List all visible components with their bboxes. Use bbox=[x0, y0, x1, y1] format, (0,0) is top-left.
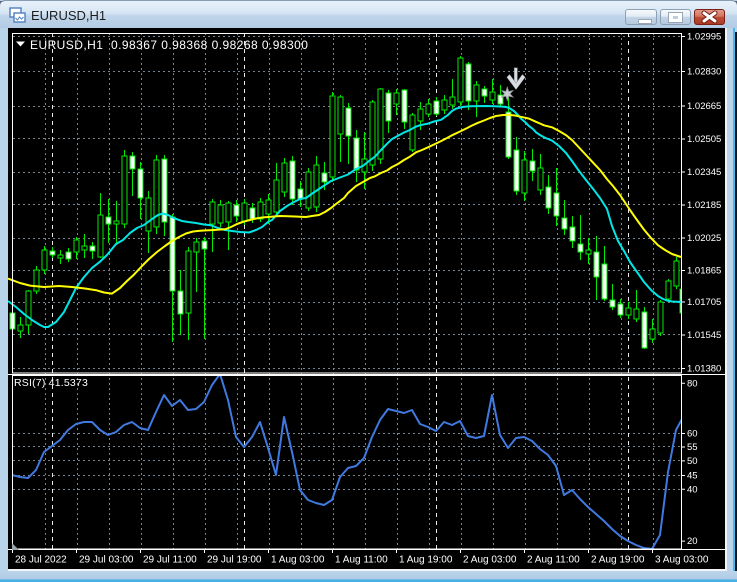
svg-text:1.01380: 1.01380 bbox=[687, 364, 721, 375]
svg-text:1.02505: 1.02505 bbox=[687, 134, 721, 145]
svg-text:50: 50 bbox=[687, 456, 698, 467]
svg-text:29 Jul 19:00: 29 Jul 19:00 bbox=[207, 555, 262, 566]
svg-text:1.02665: 1.02665 bbox=[687, 101, 721, 112]
svg-text:29 Jul 03:00: 29 Jul 03:00 bbox=[79, 555, 134, 566]
svg-text:1.02025: 1.02025 bbox=[687, 233, 721, 244]
svg-text:29 Jul 11:00: 29 Jul 11:00 bbox=[143, 555, 197, 566]
svg-text:1 Aug 19:00: 1 Aug 19:00 bbox=[399, 555, 453, 566]
svg-text:3 Aug 03:00: 3 Aug 03:00 bbox=[655, 555, 709, 566]
svg-text:28 Jul 2022: 28 Jul 2022 bbox=[15, 555, 67, 566]
svg-text:60: 60 bbox=[687, 429, 698, 440]
svg-text:1.02185: 1.02185 bbox=[687, 200, 721, 211]
svg-text:20: 20 bbox=[687, 536, 698, 547]
svg-text:40: 40 bbox=[687, 484, 698, 495]
svg-text:1.01865: 1.01865 bbox=[687, 266, 721, 277]
svg-text:1.01545: 1.01545 bbox=[687, 330, 721, 341]
svg-text:EURUSD,H1 0.98367 0.98368 0.9: EURUSD,H1 0.98367 0.98368 0.98268 0.9830… bbox=[30, 38, 308, 52]
svg-text:1.02995: 1.02995 bbox=[687, 32, 721, 43]
svg-text:80: 80 bbox=[687, 378, 698, 389]
svg-text:1.02345: 1.02345 bbox=[687, 167, 721, 178]
svg-text:2 Aug 03:00: 2 Aug 03:00 bbox=[463, 555, 517, 566]
svg-text:1.01705: 1.01705 bbox=[687, 297, 721, 308]
svg-text:1.02830: 1.02830 bbox=[687, 67, 721, 78]
svg-text:45: 45 bbox=[687, 471, 698, 482]
svg-text:2 Aug 19:00: 2 Aug 19:00 bbox=[591, 555, 645, 566]
svg-text:RSI(7) 41.5373: RSI(7) 41.5373 bbox=[14, 377, 88, 389]
svg-text:1 Aug 03:00: 1 Aug 03:00 bbox=[271, 555, 325, 566]
svg-text:55: 55 bbox=[687, 442, 698, 453]
svg-text:2 Aug 11:00: 2 Aug 11:00 bbox=[527, 555, 580, 566]
svg-text:1 Aug 11:00: 1 Aug 11:00 bbox=[335, 555, 388, 566]
